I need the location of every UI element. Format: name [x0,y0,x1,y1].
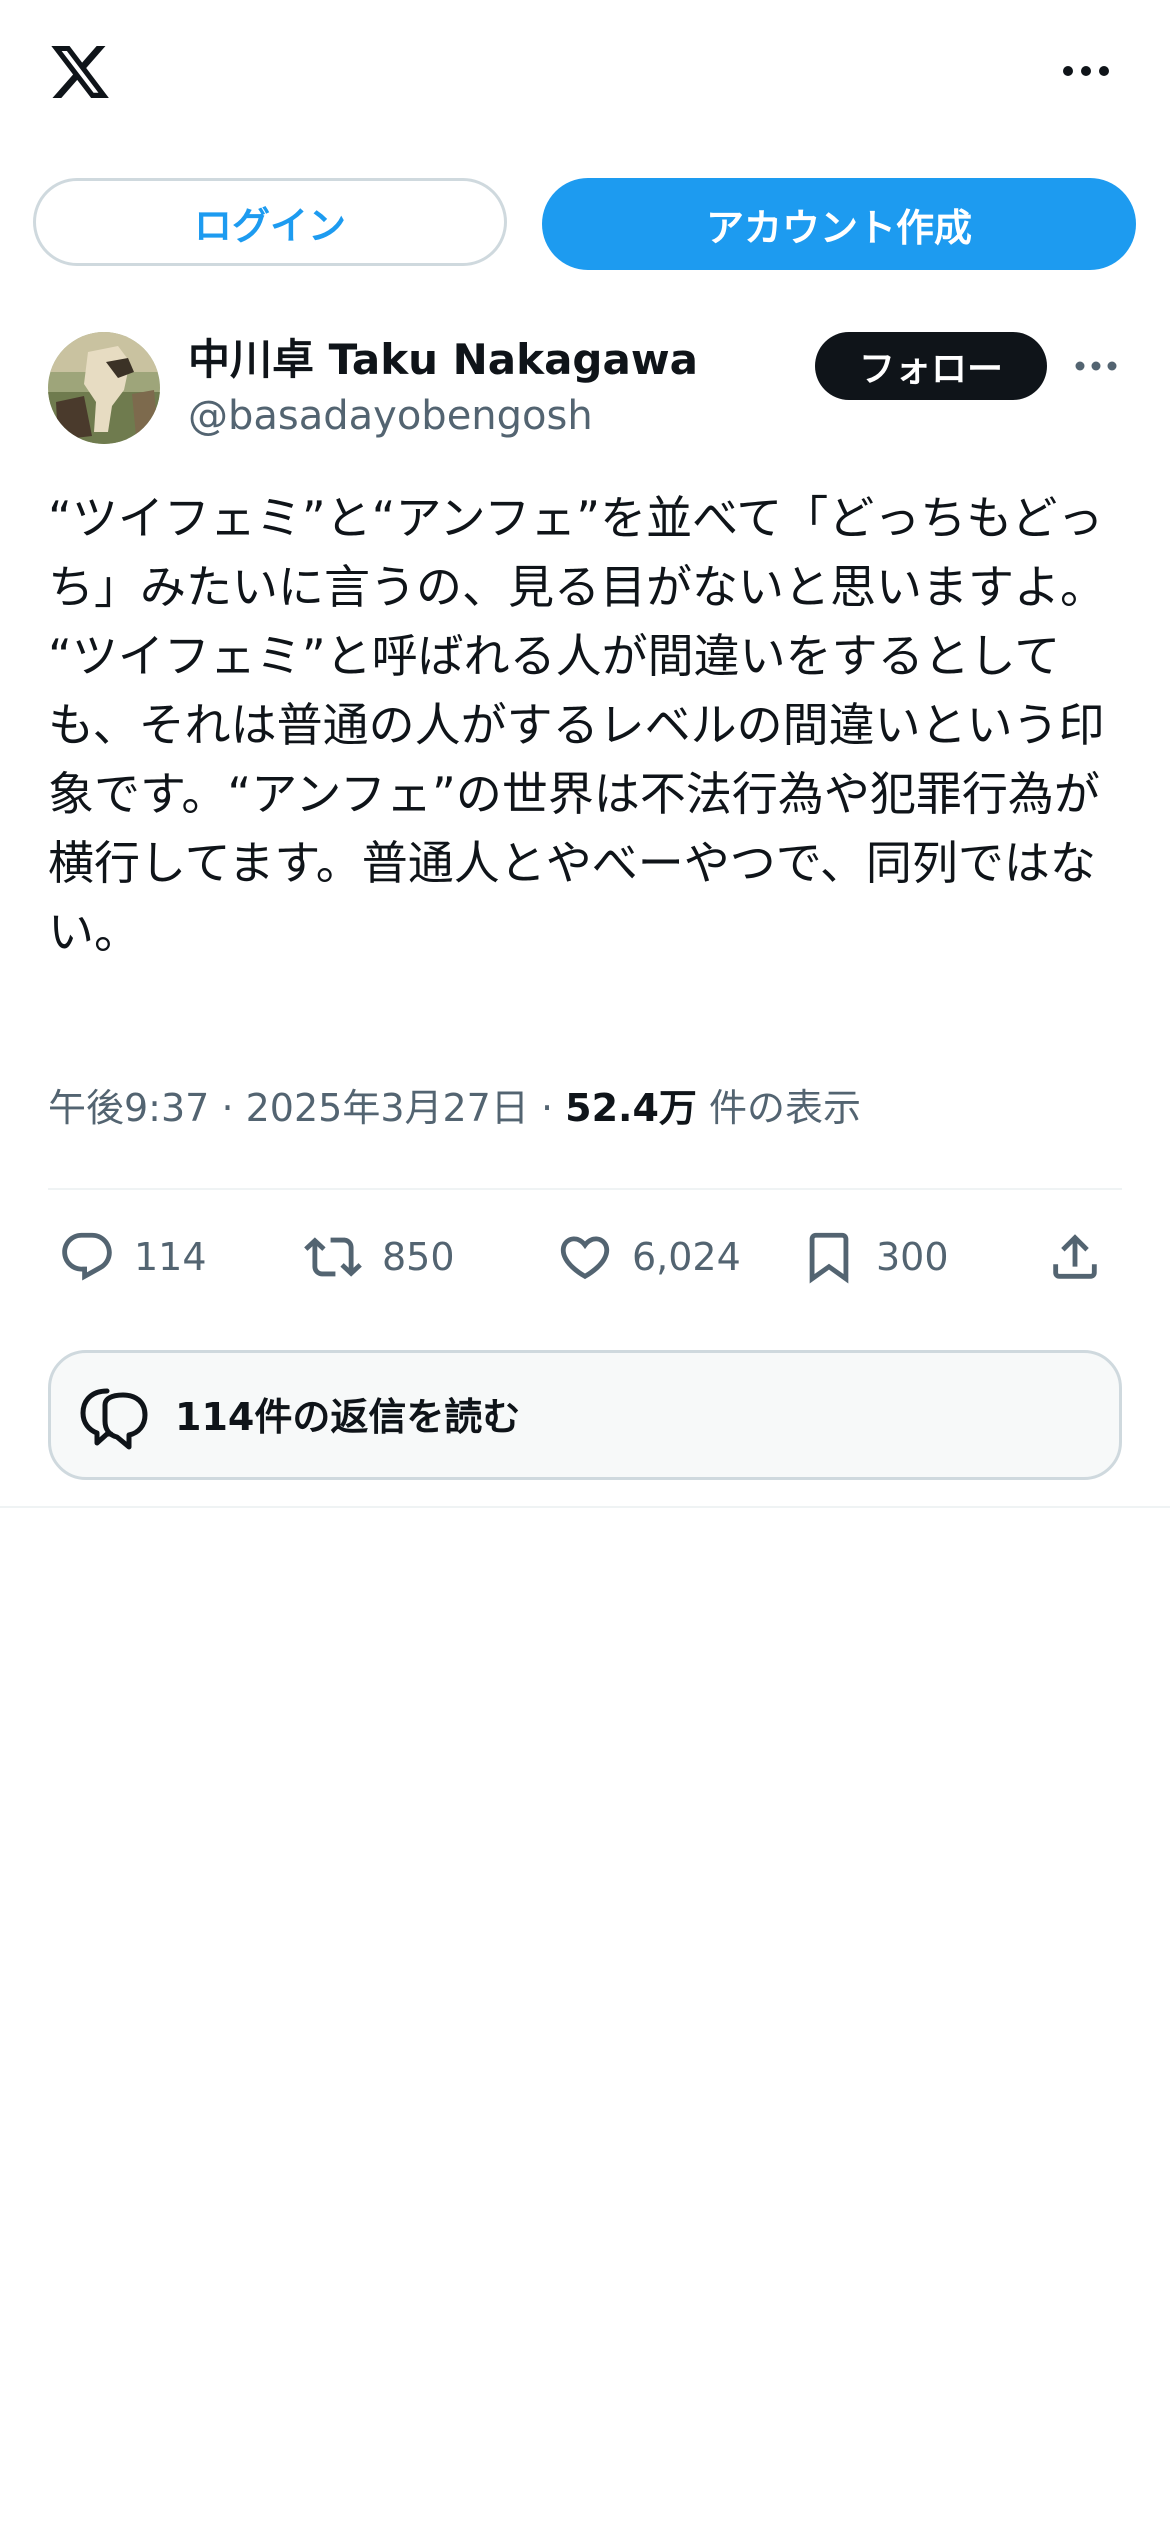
author-display-name[interactable]: 中川卓 Taku Nakagawa [188,334,698,386]
auth-buttons: ログイン アカウント作成 [0,178,1170,270]
bookmark-button[interactable]: 300 [800,1212,949,1302]
share-button[interactable] [1046,1212,1104,1302]
follow-button[interactable]: フォロー [815,332,1047,400]
repost-count: 850 [382,1235,455,1279]
meta-separator: · [540,1086,554,1130]
divider [0,1506,1170,1508]
signup-button[interactable]: アカウント作成 [542,178,1136,270]
post-actions: 114 850 6,024 300 [0,1212,1170,1302]
more-horizontal-icon[interactable] [1060,56,1112,86]
post-date[interactable]: 2025年3月27日 [246,1086,529,1130]
post-meta: 午後9:37 · 2025年3月27日 · 52.4万 件の表示 [48,1078,861,1138]
views-count: 52.4万 [565,1086,697,1130]
top-bar [0,0,1170,150]
post-time[interactable]: 午後9:37 [48,1086,209,1130]
reply-button[interactable]: 114 [58,1212,207,1302]
reply-icon [62,1232,112,1281]
post-text: “ツイフェミ”と“アンフェ”を並べて「どっちもどっち」みたいに言うの、見る目がな… [48,491,1106,959]
post-author: 中川卓 Taku Nakagawa @basadayobengosh フォロー [0,330,1170,450]
replies-icon [80,1388,148,1450]
repost-button[interactable]: 850 [302,1212,455,1302]
x-logo-icon[interactable] [46,40,114,104]
bookmark-count: 300 [876,1235,949,1279]
author-handle[interactable]: @basadayobengosh [188,390,593,442]
more-horizontal-icon[interactable] [1074,354,1118,378]
login-button[interactable]: ログイン [33,178,507,266]
meta-separator: · [221,1086,234,1130]
avatar[interactable] [48,332,160,444]
divider [48,1188,1122,1190]
views-label: 件の表示 [709,1086,862,1130]
like-count: 6,024 [632,1235,741,1279]
share-icon [1053,1234,1097,1279]
read-replies-button[interactable]: 114件の返信を読む [48,1350,1122,1480]
bookmark-icon [809,1232,849,1284]
read-replies-label: 114件の返信を読む [175,1395,521,1439]
like-button[interactable]: 6,024 [556,1212,741,1302]
repost-icon [304,1237,362,1277]
reply-count: 114 [134,1235,207,1279]
heart-icon [560,1236,610,1280]
avatar-image [48,332,160,444]
